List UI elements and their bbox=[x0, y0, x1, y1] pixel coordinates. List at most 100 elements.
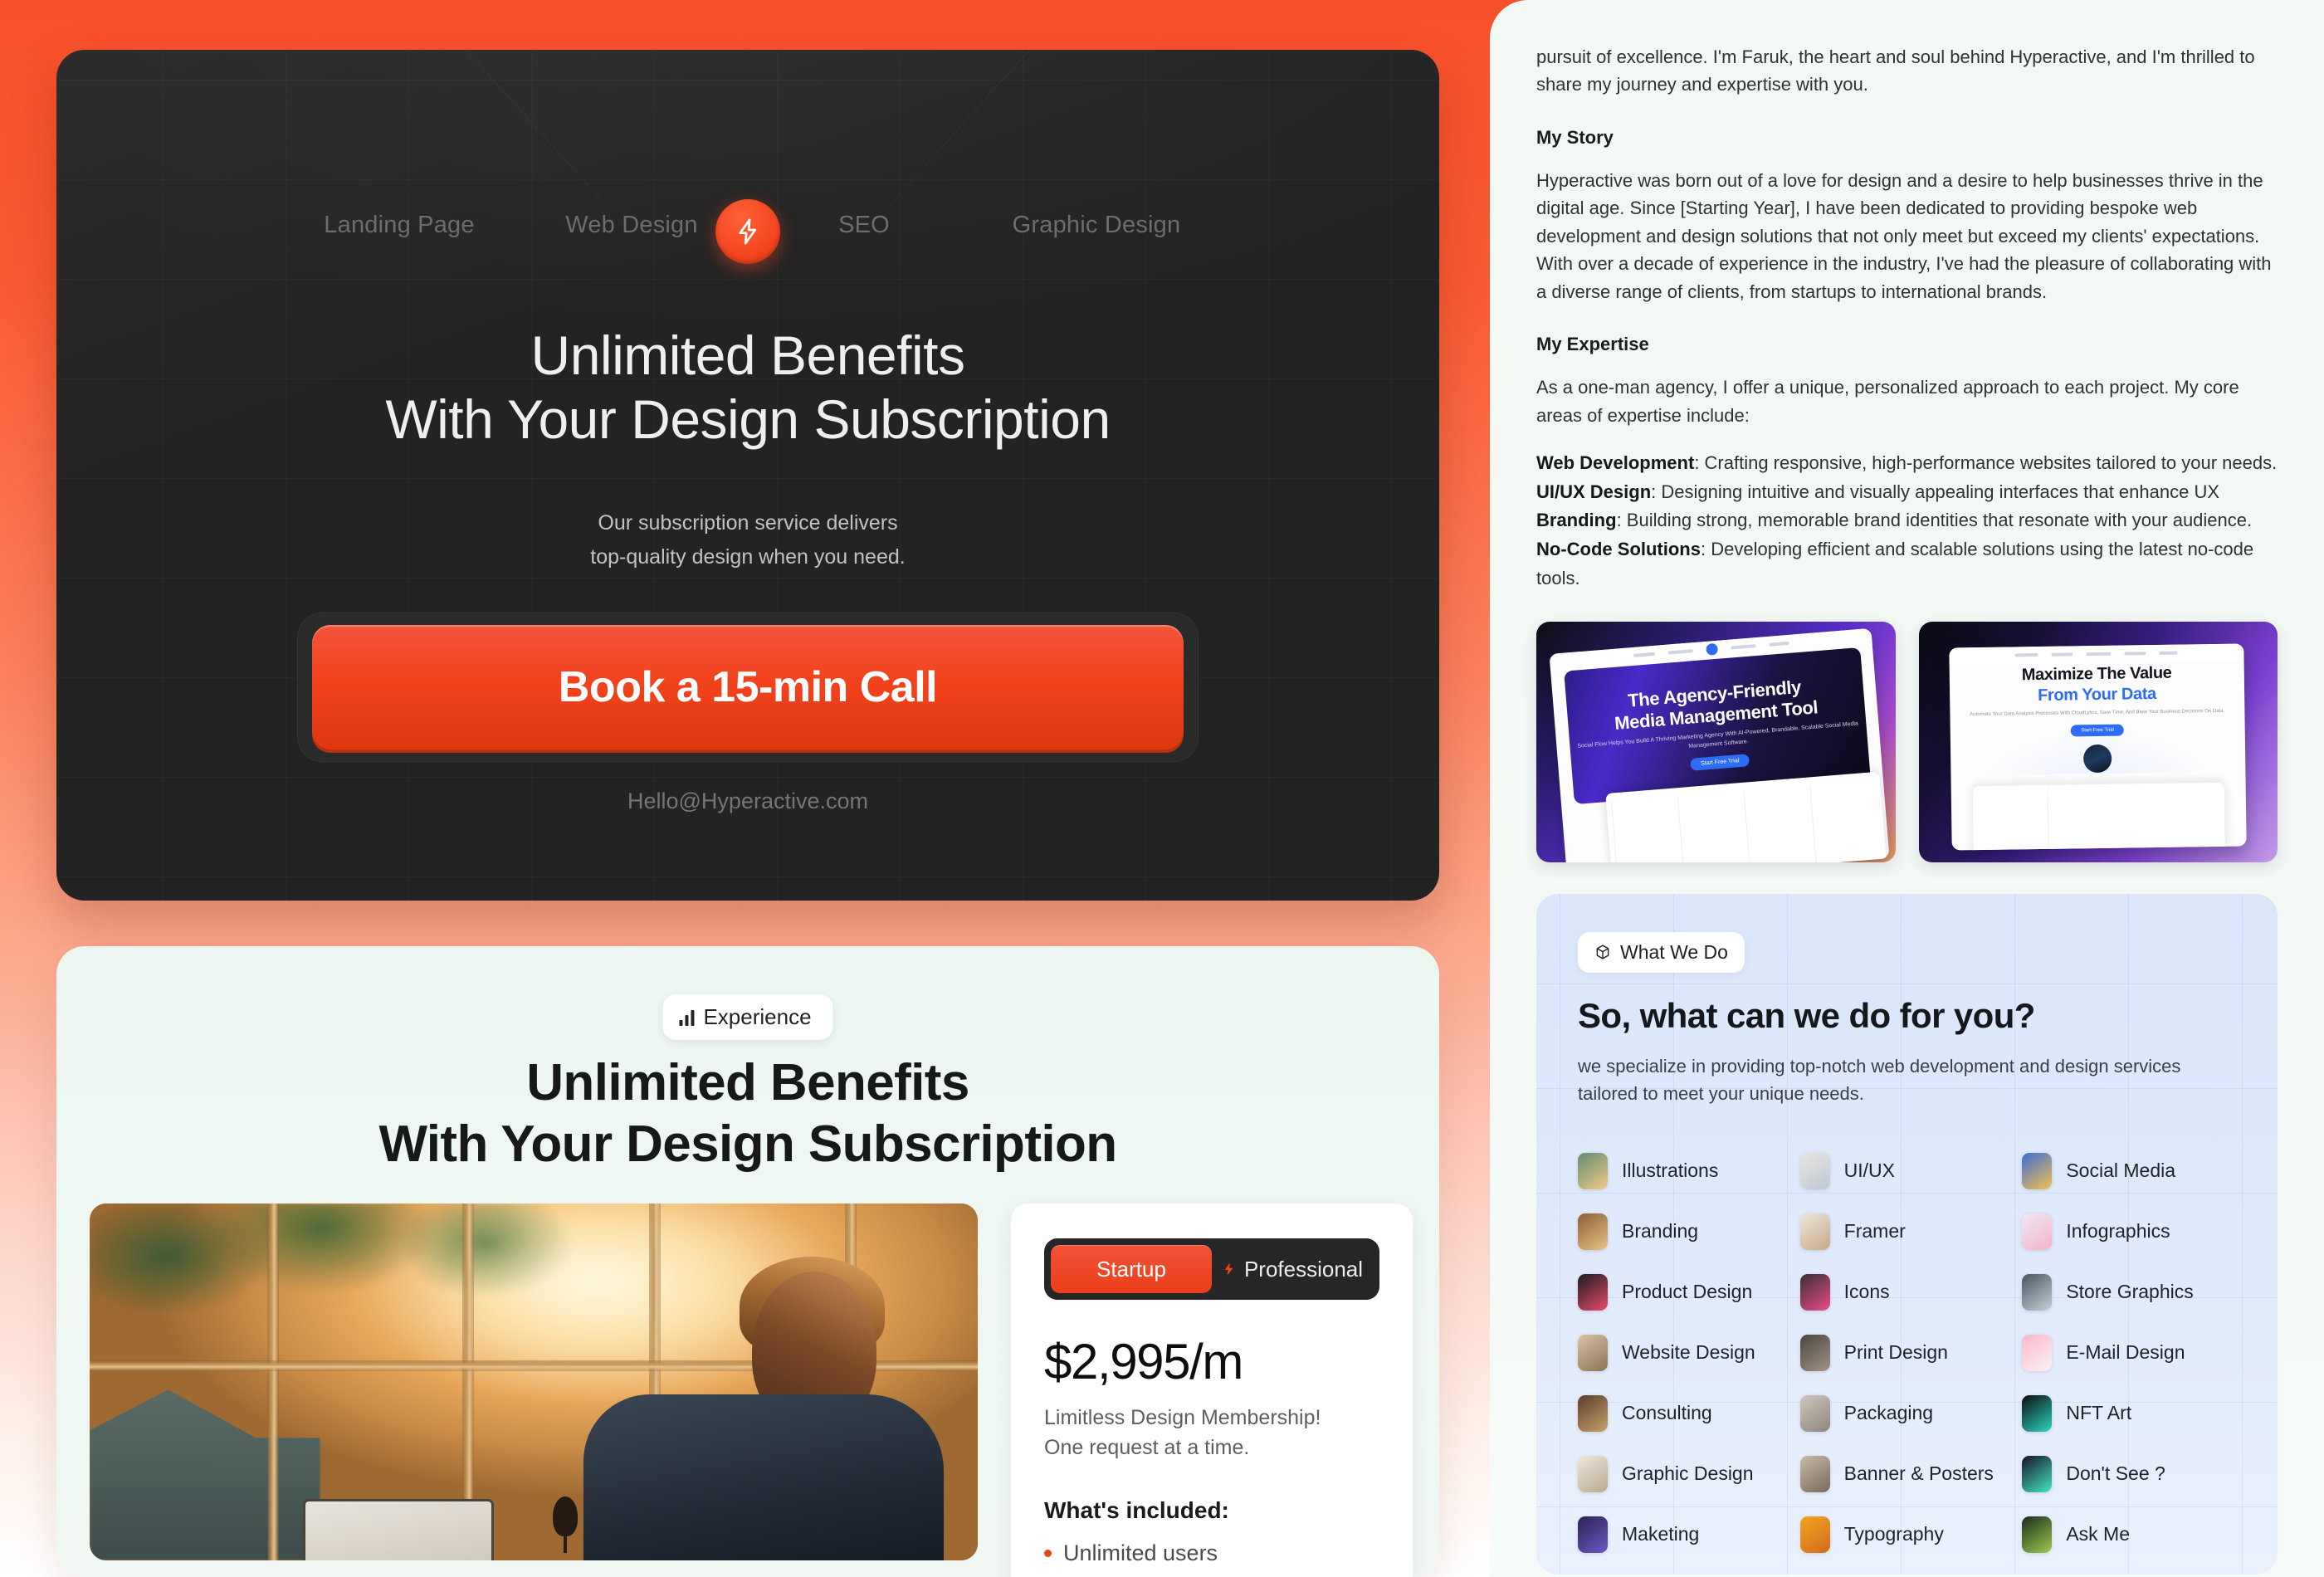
experience-badge: Experience bbox=[662, 994, 833, 1040]
experience-body: Startup Professional $2,995/m Limitless … bbox=[90, 1204, 1413, 1577]
project-title-line2: From Your Data bbox=[2038, 684, 2157, 705]
project-thumbnails: The Agency-Friendly Media Management Too… bbox=[1490, 621, 2324, 862]
what-we-do-title: So, what can we do for you? bbox=[1578, 995, 2035, 1035]
service-item-banner-posters[interactable]: Banner & Posters bbox=[1799, 1455, 2014, 1492]
service-label: Print Design bbox=[1843, 1341, 1948, 1364]
hero-subtitle-line1: Our subscription service delivers bbox=[598, 511, 898, 535]
about-section: pursuit of excellence. I'm Faruk, the he… bbox=[1490, 0, 2324, 593]
plan-features-list: Unlimited users Unlimited stock image bbox=[1044, 1542, 1379, 1577]
experience-headline: Unlimited Benefits With Your Design Subs… bbox=[56, 1052, 1439, 1176]
plan-tab-startup-label: Startup bbox=[1096, 1256, 1166, 1282]
laptop bbox=[302, 1499, 494, 1560]
right-panel: pursuit of excellence. I'm Faruk, the he… bbox=[1490, 0, 2324, 1577]
service-label: Typography bbox=[1843, 1523, 1944, 1545]
service-label: Illustrations bbox=[1622, 1160, 1719, 1182]
service-label: Packaging bbox=[1843, 1402, 1934, 1424]
lightning-bolt-icon[interactable] bbox=[715, 199, 780, 264]
experience-headline-line2: With Your Design Subscription bbox=[378, 1116, 1117, 1174]
about-story-paragraph: Hyperactive was born out of a love for d… bbox=[1536, 169, 2272, 302]
service-item-maketing[interactable]: Maketing bbox=[1578, 1516, 1792, 1553]
service-label: Banner & Posters bbox=[1843, 1462, 1994, 1485]
service-item-product-design[interactable]: Product Design bbox=[1578, 1273, 1792, 1311]
nav-item-web-design[interactable]: Web Design bbox=[515, 212, 748, 239]
service-label: Icons bbox=[1843, 1281, 1890, 1303]
experience-headline-line1: Unlimited Benefits bbox=[526, 1054, 969, 1111]
service-item-website-design[interactable]: Website Design bbox=[1578, 1334, 1792, 1371]
nav-item-landing-page[interactable]: Landing Page bbox=[283, 212, 515, 239]
expertise-term: UI/UX Design bbox=[1536, 481, 1652, 502]
expertise-item: Branding: Building strong, memorable bra… bbox=[1536, 506, 2278, 535]
service-label: Social Media bbox=[2066, 1160, 2176, 1182]
cube-icon bbox=[1596, 945, 1609, 959]
service-item-framer[interactable]: Framer bbox=[1799, 1213, 2014, 1250]
service-label: E-Mail Design bbox=[2066, 1341, 2185, 1364]
hero-card: Landing Page Web Design SEO Graphic Desi… bbox=[56, 50, 1439, 901]
infographics-thumb-icon bbox=[2022, 1213, 2053, 1250]
service-item-print-design[interactable]: Print Design bbox=[1799, 1334, 2014, 1371]
project-subtitle: Social Flow Helps You Build A Thriving M… bbox=[1576, 720, 1859, 749]
service-item-don-t-see[interactable]: Don't See ? bbox=[2022, 1455, 2236, 1492]
graphic-design-thumb-icon bbox=[1578, 1455, 1608, 1492]
hero-subtitle-line2: top-quality design when you need. bbox=[590, 544, 906, 569]
print-design-thumb-icon bbox=[1799, 1334, 1830, 1371]
project-orb-logo bbox=[2083, 744, 2113, 773]
what-we-do-badge: What We Do bbox=[1578, 931, 1745, 973]
nft-art-thumb-icon bbox=[2022, 1394, 2053, 1432]
service-item-typography[interactable]: Typography bbox=[1799, 1516, 2014, 1553]
book-call-button[interactable]: Book a 15-min Call bbox=[312, 625, 1184, 749]
service-item-icons[interactable]: Icons bbox=[1799, 1273, 2014, 1311]
nav-item-graphic-design[interactable]: Graphic Design bbox=[980, 212, 1213, 239]
service-item-graphic-design[interactable]: Graphic Design bbox=[1578, 1455, 1792, 1492]
service-item-illustrations[interactable]: Illustrations bbox=[1578, 1152, 1792, 1189]
plan-tab-startup[interactable]: Startup bbox=[1051, 1245, 1212, 1293]
ask-me-thumb-icon bbox=[2022, 1516, 2053, 1553]
illustrations-thumb-icon bbox=[1578, 1152, 1608, 1189]
project-thumbnail-analytics[interactable]: Maximize The Value From Your Data Automa… bbox=[1918, 621, 2278, 862]
service-item-e-mail-design[interactable]: E-Mail Design bbox=[2022, 1334, 2236, 1371]
service-item-packaging[interactable]: Packaging bbox=[1799, 1394, 2014, 1432]
project-thumbnail-media-management[interactable]: The Agency-Friendly Media Management Too… bbox=[1536, 621, 1896, 862]
expertise-desc: : Building strong, memorable brand ident… bbox=[1616, 510, 2253, 531]
plan-included-title: What's included: bbox=[1044, 1497, 1229, 1523]
email-design-thumb-icon bbox=[2022, 1334, 2053, 1371]
icons-thumb-icon bbox=[1799, 1273, 1830, 1311]
expertise-item: No-Code Solutions: Developing efficient … bbox=[1536, 535, 2278, 593]
service-item-nft-art[interactable]: NFT Art bbox=[2022, 1394, 2236, 1432]
expertise-term: Branding bbox=[1536, 510, 1617, 531]
expertise-term: Web Development bbox=[1536, 452, 1695, 473]
hero-cta-container: Book a 15-min Call bbox=[297, 613, 1199, 762]
service-item-social-media[interactable]: Social Media bbox=[2022, 1152, 2236, 1189]
service-label: Graphic Design bbox=[1622, 1462, 1754, 1485]
hero-email-link[interactable]: Hello@Hyperactive.com bbox=[56, 788, 1439, 814]
nav-item-seo[interactable]: SEO bbox=[748, 212, 980, 239]
website-design-thumb-icon bbox=[1578, 1334, 1608, 1371]
expertise-item: Web Development: Crafting responsive, hi… bbox=[1536, 449, 2278, 478]
experience-photo bbox=[90, 1204, 978, 1560]
product-design-thumb-icon bbox=[1578, 1273, 1608, 1311]
banner-posters-thumb-icon bbox=[1799, 1455, 1830, 1492]
service-item-consulting[interactable]: Consulting bbox=[1578, 1394, 1792, 1432]
service-item-store-graphics[interactable]: Store Graphics bbox=[2022, 1273, 2236, 1311]
service-label: Consulting bbox=[1622, 1402, 1712, 1424]
marketing-thumb-icon bbox=[1578, 1516, 1608, 1553]
project-cta: Start Free Trial bbox=[2071, 723, 2125, 736]
service-item-ui-ux[interactable]: UI/UX bbox=[1799, 1152, 2014, 1189]
plan-tab-professional[interactable]: Professional bbox=[1212, 1245, 1373, 1293]
plan-toggle-group[interactable]: Startup Professional bbox=[1044, 1238, 1379, 1300]
service-item-ask-me[interactable]: Ask Me bbox=[2022, 1516, 2236, 1553]
browser-mockup: The Agency-Friendly Media Management Too… bbox=[1549, 627, 1890, 862]
window-mullion bbox=[267, 1204, 279, 1560]
pricing-card: Startup Professional $2,995/m Limitless … bbox=[1011, 1204, 1413, 1577]
service-label: Product Design bbox=[1622, 1281, 1753, 1303]
plan-price: $2,995/m bbox=[1044, 1334, 1243, 1389]
service-item-branding[interactable]: Branding bbox=[1578, 1213, 1792, 1250]
project-app-panel bbox=[1971, 781, 2227, 850]
plan-description-line1: Limitless Design Membership! bbox=[1044, 1406, 1321, 1429]
project-hero: Maximize The Value From Your Data Automa… bbox=[1950, 662, 2246, 775]
project-title-line1: Maximize The Value bbox=[2022, 663, 2172, 684]
plan-description-line2: One request at a time. bbox=[1044, 1435, 1250, 1459]
person-silhouette bbox=[560, 1253, 951, 1560]
service-label: Framer bbox=[1843, 1220, 1906, 1243]
store-graphics-thumb-icon bbox=[2022, 1273, 2053, 1311]
service-item-infographics[interactable]: Infographics bbox=[2022, 1213, 2236, 1250]
